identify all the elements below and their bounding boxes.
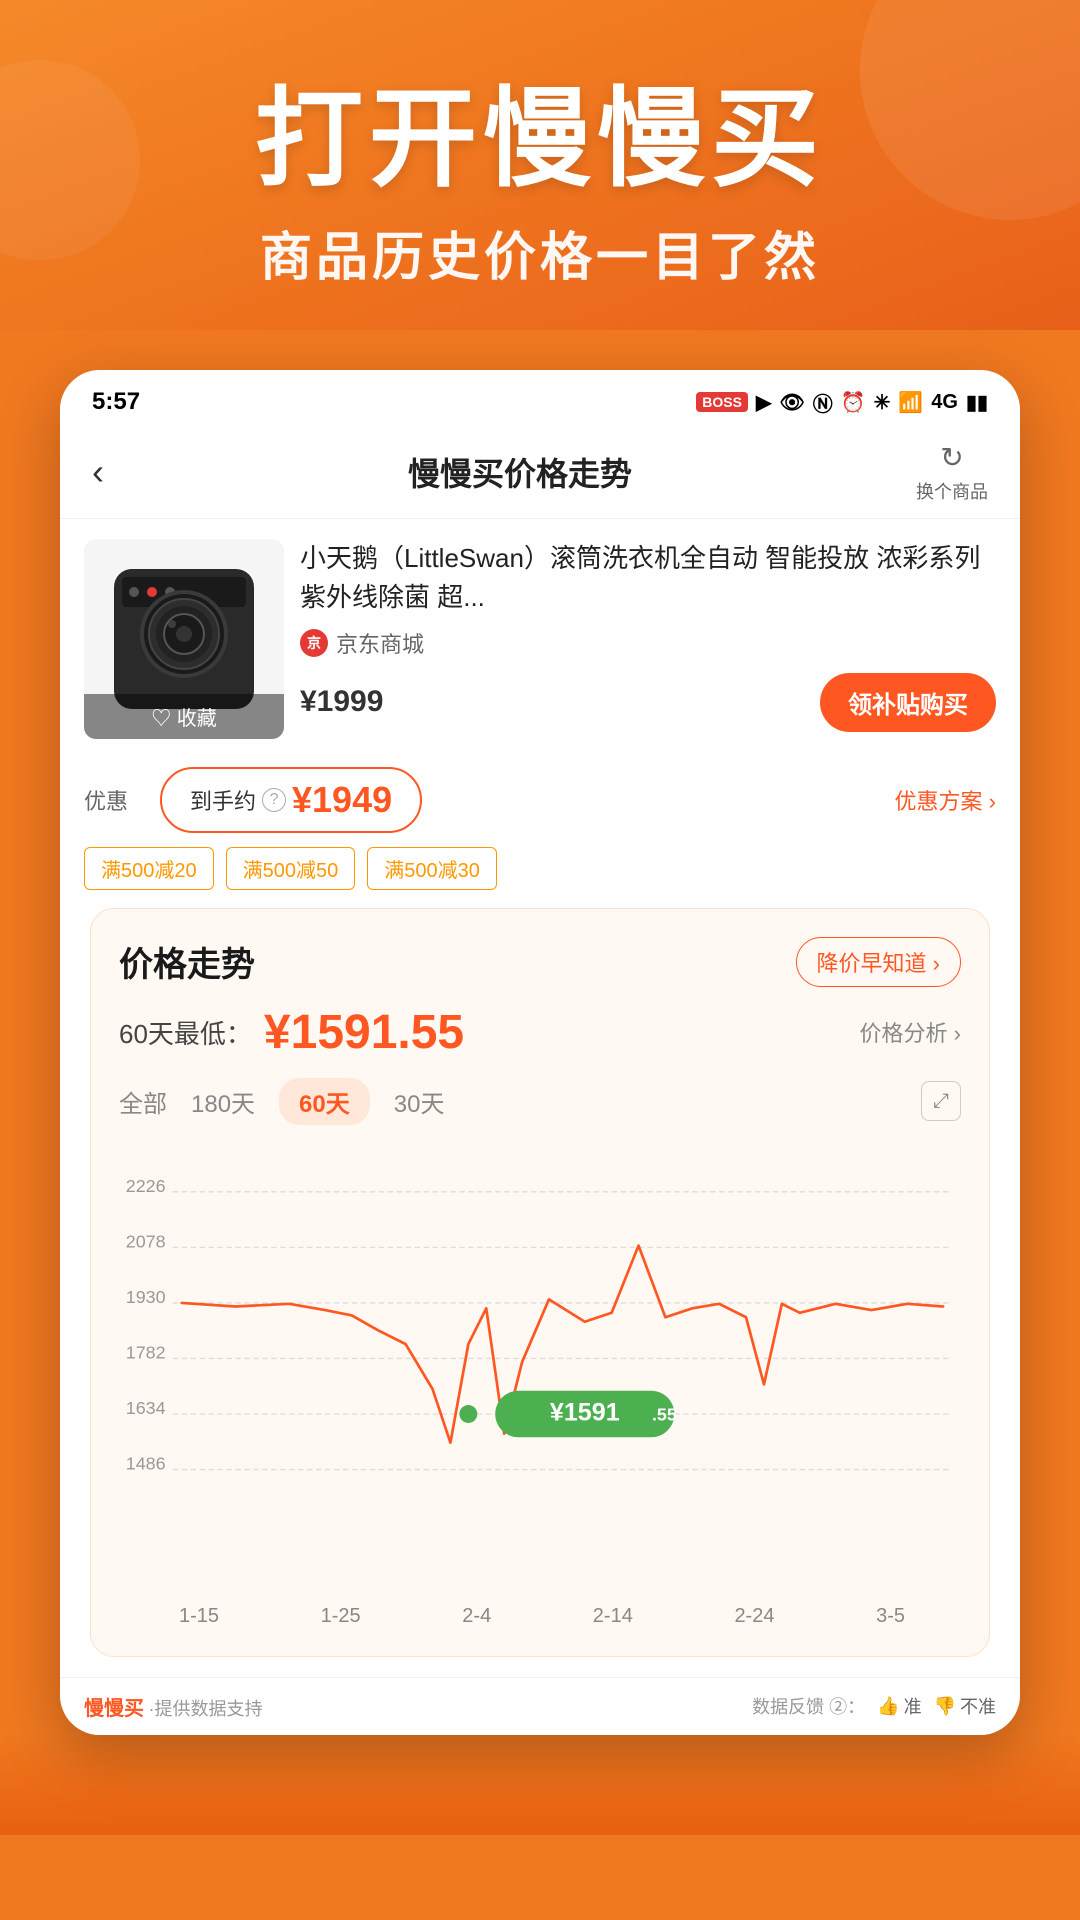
- product-shop: 京 京东商城: [300, 627, 996, 659]
- svg-text:¥1591: ¥1591: [550, 1398, 620, 1426]
- refresh-label: 换个商品: [916, 478, 988, 504]
- thumbup-icon: 👍: [877, 1696, 899, 1717]
- x-label-6: 3-5: [876, 1605, 905, 1628]
- svg-text:1930: 1930: [126, 1287, 166, 1307]
- price-chart-svg: 2226 2078 1930 1782 1634 1486: [119, 1141, 961, 1601]
- svg-text:.55: .55: [652, 1404, 677, 1424]
- x-axis-labels: 1-15 1-25 2-4 2-14 2-24 3-5: [119, 1605, 961, 1628]
- wifi-icon: 📶: [898, 390, 923, 415]
- thumbdown-icon: 👎: [934, 1696, 956, 1717]
- thumbup-label: 准: [904, 1693, 922, 1719]
- alarm-icon: ⏰: [841, 390, 866, 415]
- boss-badge: BOSS: [696, 392, 748, 412]
- time-btn-180[interactable]: 180天: [191, 1078, 255, 1125]
- svg-text:2078: 2078: [126, 1231, 166, 1251]
- thumbup-button[interactable]: 👍 准: [877, 1693, 921, 1719]
- time-btn-30[interactable]: 30天: [394, 1078, 445, 1125]
- product-info: 小天鹅（LittleSwan）滚筒洗衣机全自动 智能投放 浓彩系列 紫外线除菌 …: [300, 539, 996, 732]
- coupon-tags: 满500减20 满500减50 满500减30: [60, 847, 1020, 908]
- svg-text:1486: 1486: [126, 1453, 166, 1473]
- product-section: ♡ 收藏 小天鹅（LittleSwan）滚筒洗衣机全自动 智能投放 浓彩系列 紫…: [60, 519, 1020, 759]
- x-label-5: 2-24: [734, 1605, 774, 1628]
- early-notice-button[interactable]: 降价早知道 ›: [796, 937, 961, 987]
- x-label-3: 2-4: [462, 1605, 491, 1628]
- thumbdown-label: 不准: [960, 1693, 996, 1719]
- time-btn-60[interactable]: 60天: [279, 1078, 370, 1125]
- status-icons: BOSS ▶ 👁 Ⓝ ⏰ ✳ 📶 4G ▮▮: [696, 388, 988, 417]
- discount-label: 优惠: [84, 784, 144, 816]
- footer-brand-section: 慢慢买 ·提供数据支持: [84, 1692, 262, 1721]
- expand-button[interactable]: ⤢: [921, 1081, 961, 1121]
- refresh-icon: ↻: [940, 441, 963, 474]
- phone-frame: 5:57 BOSS ▶ 👁 Ⓝ ⏰ ✳ 📶 4G ▮▮ ‹ 慢慢买价格走势 ↻ …: [60, 370, 1020, 1735]
- discount-link[interactable]: 优惠方案 ›: [895, 784, 996, 816]
- lowest-label: 60天最低：: [119, 1014, 252, 1051]
- shop-name: 京东商城: [336, 627, 424, 659]
- x-label-2: 1-25: [321, 1605, 361, 1628]
- signal-icon: 4G: [931, 391, 958, 414]
- discount-to-label: 到手约: [190, 784, 256, 816]
- bluetooth-icon: ✳: [874, 390, 891, 415]
- favorite-button[interactable]: ♡ 收藏: [84, 694, 284, 739]
- product-title: 小天鹅（LittleSwan）滚筒洗衣机全自动 智能投放 浓彩系列 紫外线除菌 …: [300, 539, 996, 617]
- coupon-tag-3[interactable]: 满500减30: [367, 847, 497, 890]
- svg-text:1634: 1634: [126, 1398, 166, 1418]
- x-label-1: 1-15: [179, 1605, 219, 1628]
- time-filter: 全部 180天 60天 30天 ⤢: [119, 1078, 961, 1125]
- price-badge: 到手约 ? ¥1949: [160, 767, 422, 833]
- nfc-icon: Ⓝ: [813, 388, 833, 417]
- nav-icon: ▶: [756, 390, 771, 415]
- nav-title: 慢慢买价格走势: [124, 449, 916, 495]
- chart-area: 2226 2078 1930 1782 1634 1486: [119, 1141, 961, 1601]
- x-label-4: 2-14: [593, 1605, 633, 1628]
- chart-section: 价格走势 降价早知道 › 60天最低： ¥1591.55 价格分析 › 全部 1…: [90, 908, 990, 1657]
- bottom-strip: [0, 1735, 1080, 1835]
- refresh-button[interactable]: ↻ 换个商品: [916, 441, 988, 504]
- eye-icon: 👁: [779, 390, 804, 415]
- coupon-tag-2[interactable]: 满500减50: [226, 847, 356, 890]
- footer-brand: 慢慢买: [84, 1698, 144, 1720]
- svg-text:2226: 2226: [126, 1176, 166, 1196]
- footer: 慢慢买 ·提供数据支持 数据反馈 ②： 👍 准 👎 不准: [60, 1677, 1020, 1735]
- thumbdown-button[interactable]: 👎 不准: [934, 1693, 996, 1719]
- nav-bar: ‹ 慢慢买价格走势 ↻ 换个商品: [60, 427, 1020, 519]
- time-btn-all[interactable]: 全部: [119, 1078, 167, 1125]
- hero-title: 打开慢慢买: [60, 80, 1020, 199]
- buy-button[interactable]: 领补贴购买: [820, 673, 996, 732]
- svg-text:1782: 1782: [126, 1342, 166, 1362]
- coupon-tag-1[interactable]: 满500减20: [84, 847, 214, 890]
- chart-title: 价格走势: [119, 937, 255, 986]
- price-analysis-link[interactable]: 价格分析 ›: [860, 1016, 961, 1048]
- footer-provide-text: ·提供数据支持: [148, 1699, 262, 1719]
- shop-icon: 京: [300, 629, 328, 657]
- hero-section: 打开慢慢买 商品历史价格一目了然: [0, 0, 1080, 330]
- discount-price: ¥1949: [292, 779, 392, 821]
- question-icon[interactable]: ?: [262, 788, 286, 812]
- discount-row: 优惠 到手约 ? ¥1949 优惠方案 ›: [60, 759, 1020, 847]
- chart-header: 价格走势 降价早知道 ›: [119, 937, 961, 987]
- lowest-price-row: 60天最低： ¥1591.55 价格分析 ›: [119, 1005, 961, 1060]
- status-bar: 5:57 BOSS ▶ 👁 Ⓝ ⏰ ✳ 📶 4G ▮▮: [60, 370, 1020, 427]
- status-time: 5:57: [92, 388, 140, 416]
- product-price: ¥1999: [300, 685, 383, 719]
- footer-feedback: 数据反馈 ②： 👍 准 👎 不准: [752, 1693, 996, 1719]
- feedback-label: 数据反馈 ②：: [752, 1693, 865, 1719]
- back-button[interactable]: ‹: [92, 451, 104, 493]
- hero-subtitle: 商品历史价格一目了然: [60, 215, 1020, 290]
- battery-icon: ▮▮: [966, 390, 988, 415]
- product-image: ♡ 收藏: [84, 539, 284, 739]
- product-price-row: ¥1999 领补贴购买: [300, 673, 996, 732]
- lowest-price: ¥1591.55: [264, 1005, 464, 1060]
